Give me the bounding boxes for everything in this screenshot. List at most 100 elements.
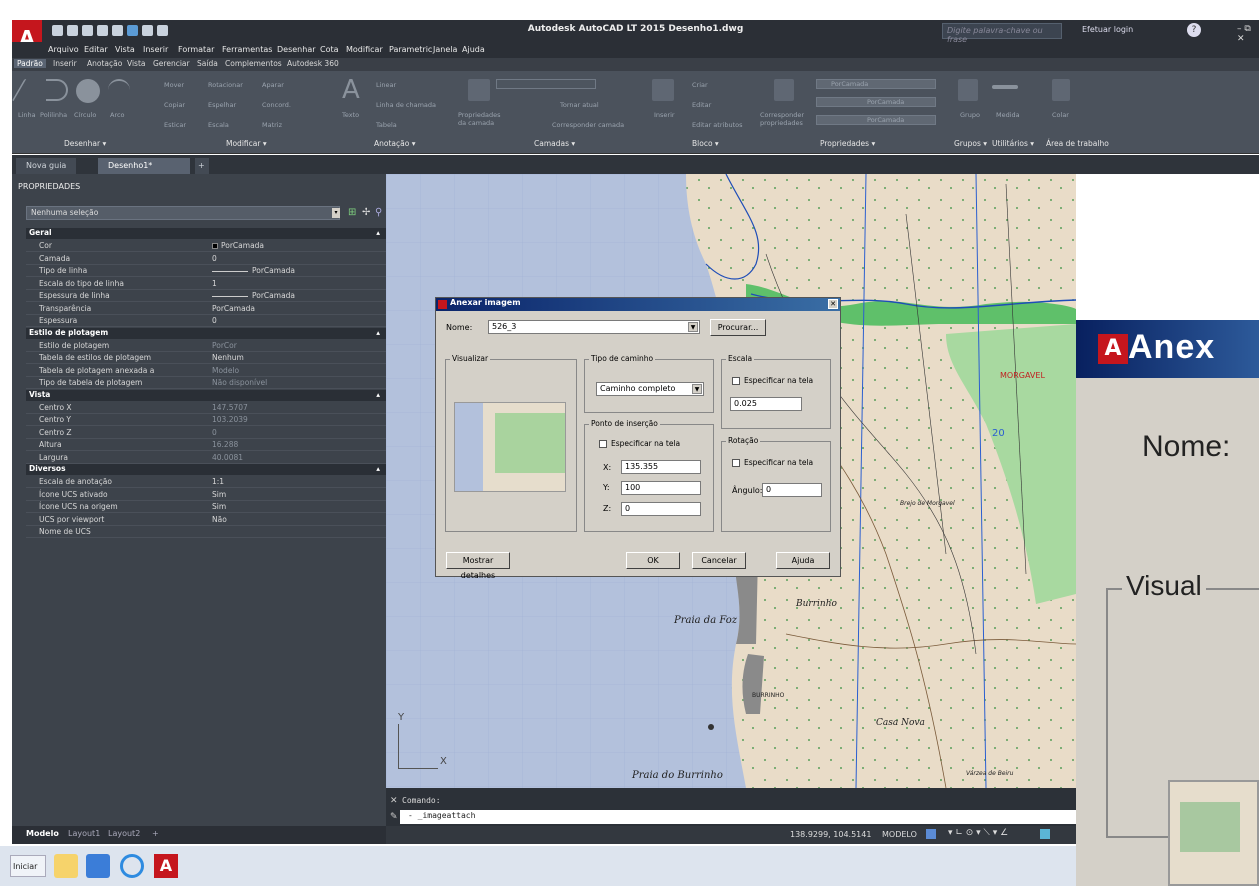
panel-modificar[interactable]: Modificar ▾ [226,139,267,148]
menu-inserir[interactable]: Inserir [143,45,168,54]
criar-tool[interactable]: Criar [692,81,708,89]
menu-ferramentas[interactable]: Ferramentas [222,45,272,54]
mover-tool[interactable]: Mover [164,81,184,89]
property-row[interactable]: Escala de anotação 1:1 [26,476,386,488]
chevron-down-icon[interactable]: ▾ [332,208,340,218]
matriz-tool[interactable]: Matriz [262,121,282,129]
tabela-tool[interactable]: Tabela [376,121,397,129]
panel-camadas[interactable]: Camadas ▾ [534,139,575,148]
path-type-combo[interactable]: Caminho completo ▼ [596,382,704,396]
collapse-icon[interactable]: ▴ [376,328,380,337]
tab-layout2[interactable]: Layout2 [108,829,140,838]
match-properties-icon[interactable] [774,79,794,101]
tornar-atual-tool[interactable]: Tornar atual [560,101,599,109]
rotacionar-tool[interactable]: Rotacionar [208,81,243,89]
arc-icon[interactable] [108,79,130,101]
selection-combo[interactable]: Nenhuma seleção [26,206,340,220]
menu-cota[interactable]: Cota [320,45,339,54]
cancel-button[interactable]: Cancelar [692,552,746,569]
polyline-icon[interactable] [46,79,68,101]
section-geral[interactable]: Geral ▴ [26,228,386,239]
property-row[interactable]: Altura 16.288 [26,439,386,451]
menu-vista[interactable]: Vista [115,45,135,54]
panel-desenhar[interactable]: Desenhar ▾ [64,139,106,148]
panel-anotacao[interactable]: Anotação ▾ [374,139,415,148]
menu-modificar[interactable]: Modificar [346,45,383,54]
property-row[interactable]: Tabela de plotagem anexada a Modelo [26,365,386,377]
osnap-icon[interactable] [1040,829,1050,839]
network-icon[interactable] [86,854,110,878]
menu-arquivo[interactable]: Arquivo [48,45,79,54]
property-row[interactable]: UCS por viewport Não [26,514,386,526]
section-diversos[interactable]: Diversos ▴ [26,464,386,475]
scale-onscreen-checkbox[interactable]: Especificar na tela [732,376,813,385]
section-plotagem[interactable]: Estilo de plotagem ▴ [26,327,386,339]
tab-nova-guia[interactable]: Nova guia [16,158,77,174]
snap-icon[interactable]: ▾ ∟ ⊙ ▾ ⟍ ▾ ∠ [948,828,1008,838]
new-tab-button[interactable]: + [195,158,209,174]
lineweight-combo[interactable]: PorCamada [816,115,936,125]
tab-gerenciar[interactable]: Gerenciar [150,59,193,68]
property-row[interactable]: Ícone UCS na origem Sim [26,501,386,513]
toggle-pickadd-icon[interactable]: ⊞ [348,207,356,218]
grid-icon[interactable] [926,829,936,839]
quick-select-icon[interactable]: ⚲ [375,207,382,218]
tab-autodesk360[interactable]: Autodesk 360 [284,59,342,68]
search-input[interactable]: Digite palavra-chave ou frase [942,23,1062,44]
tab-vista[interactable]: Vista [124,59,149,68]
select-objects-icon[interactable]: ✢ [362,207,370,218]
help-icon[interactable]: ? [1187,23,1201,37]
property-row[interactable]: Nome de UCS [26,526,386,538]
aparar-tool[interactable]: Aparar [262,81,284,89]
nome-combo[interactable]: 526_3 ▼ [488,320,700,334]
window-controls-icon[interactable]: – ⧉ ✕ [1237,24,1259,44]
copiar-tool[interactable]: Copiar [164,101,185,109]
folder-icon[interactable] [54,854,78,878]
espelhar-tool[interactable]: Espelhar [208,101,236,109]
property-row[interactable]: Transparência PorCamada [26,303,386,315]
esticar-tool[interactable]: Esticar [164,121,186,129]
property-row[interactable]: Ícone UCS ativado Sim [26,489,386,501]
collapse-icon[interactable]: ▴ [376,464,380,473]
section-vista[interactable]: Vista ▴ [26,389,386,401]
linear-tool[interactable]: Linear [376,81,396,89]
line-icon[interactable] [11,79,47,101]
model-space-button[interactable]: MODELO [882,830,917,839]
collapse-icon[interactable]: ▴ [376,228,380,237]
login-link[interactable]: Efetuar login [1082,25,1133,34]
z-input[interactable]: 0 [621,502,701,516]
property-row[interactable]: Espessura de linha PorCamada [26,290,386,302]
text-icon[interactable]: A [342,75,360,105]
show-details-button[interactable]: Mostrar detalhes [446,552,510,580]
menu-ajuda[interactable]: Ajuda [462,45,485,54]
corresponder-camada-tool[interactable]: Corresponder camada [552,121,624,129]
panel-grupos[interactable]: Grupos ▾ [954,139,987,148]
close-icon[interactable]: ✕ [390,796,398,806]
chevron-down-icon[interactable]: ▼ [692,384,702,394]
tab-inserir[interactable]: Inserir [50,59,80,68]
tab-desenho1[interactable]: Desenho1* [98,158,190,174]
property-row[interactable]: Centro X 147.5707 [26,402,386,414]
tab-padrao[interactable]: Padrão [14,59,46,68]
wrench-icon[interactable]: ✎ [390,812,398,822]
layer-combo[interactable] [496,79,596,89]
x-input[interactable]: 135.355 [621,460,701,474]
command-input[interactable]: - _imageattach [400,810,1076,824]
ok-button[interactable]: OK [626,552,680,569]
panel-bloco[interactable]: Bloco ▾ [692,139,719,148]
property-row[interactable]: Estilo de plotagem PorCor [26,340,386,352]
group-icon[interactable] [958,79,978,101]
insertion-onscreen-checkbox[interactable]: Especificar na tela [599,439,680,448]
measure-icon[interactable] [992,85,1018,89]
property-row[interactable]: Cor PorCamada [26,240,386,252]
collapse-icon[interactable]: ▴ [376,390,380,399]
tab-anotacao[interactable]: Anotação [84,59,125,68]
tab-saida[interactable]: Saída [194,59,221,68]
editar-tool[interactable]: Editar [692,101,711,109]
property-row[interactable]: Escala do tipo de linha 1 [26,278,386,290]
autocad-taskbar-icon[interactable]: A [154,854,178,878]
tab-complementos[interactable]: Complementos [222,59,285,68]
tab-modelo[interactable]: Modelo [26,829,59,838]
scale-input[interactable]: 0.025 [730,397,802,411]
add-layout-icon[interactable]: + [152,829,159,838]
